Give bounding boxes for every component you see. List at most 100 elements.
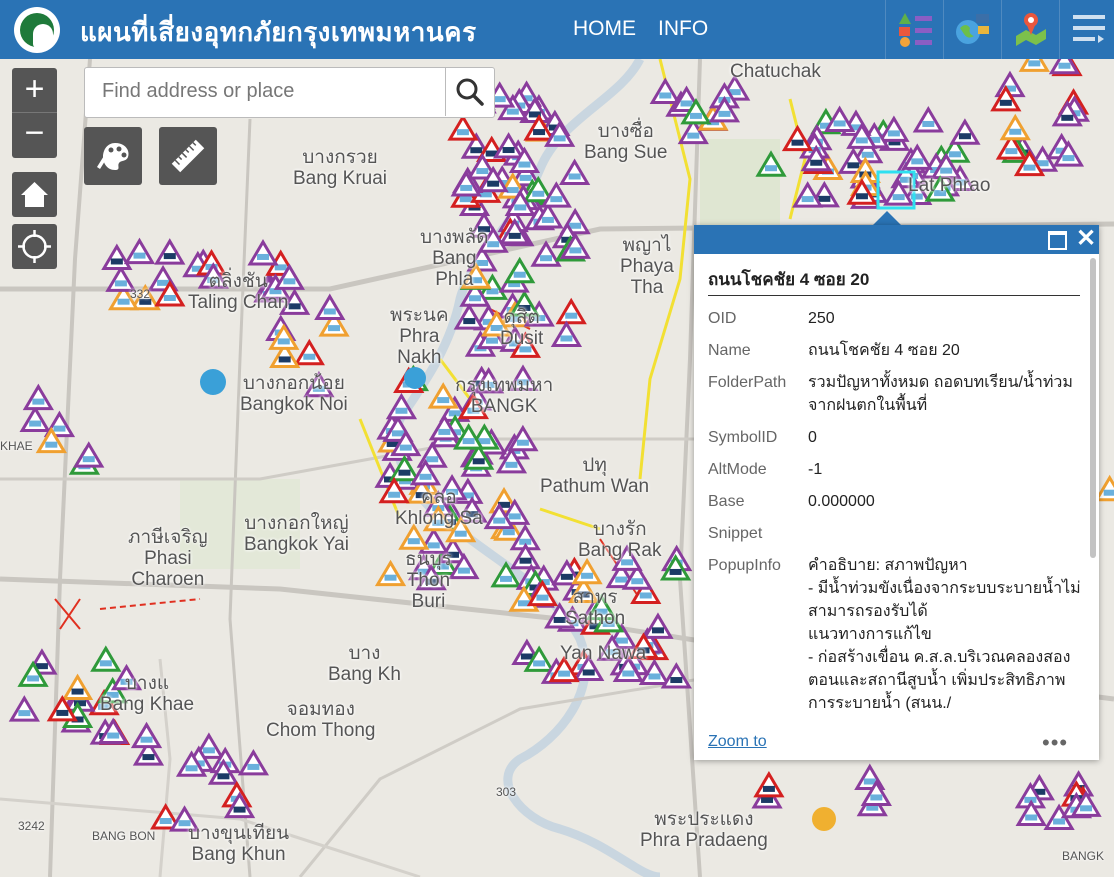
- flood-marker-glyph: [463, 318, 476, 325]
- feature-popup: ✕ ถนนโชคชัย 4 ซอย 20 OID 250 Name ถนนโชค…: [694, 225, 1099, 760]
- zoom-to-link[interactable]: Zoom to: [708, 733, 767, 751]
- map-label-line: Chom Thong: [266, 720, 376, 741]
- menu-button[interactable]: [1059, 0, 1114, 59]
- map-label-road-bang-bon: BANG BON: [92, 829, 155, 843]
- map-label-line: Thon: [406, 570, 451, 591]
- flood-marker-glyph: [948, 151, 961, 158]
- flood-marker-icon[interactable]: [555, 297, 587, 325]
- flood-marker-icon[interactable]: [753, 770, 785, 798]
- map-label-road-khae: KHAE: [0, 439, 33, 453]
- flood-marker-icon[interactable]: [90, 645, 122, 672]
- flood-marker-icon[interactable]: [949, 118, 981, 145]
- map-label-line: BANG BON: [92, 829, 156, 843]
- attribute-row: OID 250: [708, 307, 1083, 330]
- search-box: [84, 67, 495, 118]
- flood-marker-icon[interactable]: [558, 158, 591, 185]
- map-label-bang-khae: บางแ Bang Khae: [100, 673, 194, 715]
- flood-marker-icon[interactable]: [130, 721, 163, 749]
- flood-marker-icon[interactable]: [398, 523, 430, 550]
- nav-info-link[interactable]: INFO: [658, 17, 708, 41]
- flood-marker-icon[interactable]: [73, 441, 105, 468]
- nav-home-link[interactable]: HOME: [573, 17, 636, 41]
- flood-marker-glyph: [288, 303, 301, 310]
- flood-marker-glyph: [502, 147, 515, 154]
- flood-marker-icon[interactable]: [374, 559, 407, 587]
- flood-marker-icon[interactable]: [8, 695, 40, 722]
- flood-marker-icon[interactable]: [642, 612, 674, 639]
- map-label-line: Bang Khae: [100, 694, 195, 715]
- flood-marker-icon[interactable]: [781, 124, 814, 152]
- flood-marker-glyph: [140, 736, 153, 743]
- flood-marker-glyph: [460, 184, 473, 191]
- basemap-gallery-button[interactable]: [943, 0, 1001, 59]
- attribute-row: FolderPath รวมปัญหาทั้งหมด ถอดบทเรียน/น้…: [708, 371, 1083, 417]
- flood-marker-icon[interactable]: [649, 77, 681, 104]
- flood-marker-icon[interactable]: [912, 106, 944, 133]
- measure-button[interactable]: [159, 127, 217, 185]
- flood-marker-glyph: [506, 108, 519, 115]
- flood-marker-glyph: [470, 147, 483, 154]
- flood-marker-glyph: [1009, 128, 1022, 135]
- flood-marker-icon[interactable]: [388, 454, 421, 482]
- layer-list-button[interactable]: [1001, 0, 1059, 59]
- flood-marker-glyph: [532, 190, 545, 197]
- flood-marker-glyph: [622, 670, 635, 677]
- map-label-bangkok-noi: บางกอกน้อย Bangkok Noi: [240, 373, 348, 415]
- zoom-in-button[interactable]: +: [12, 68, 57, 113]
- flood-marker-icon[interactable]: [447, 114, 479, 141]
- flood-marker-glyph: [493, 517, 506, 524]
- map-label-line: จอมทอง: [286, 699, 355, 720]
- popup-scrollbar[interactable]: [1090, 258, 1096, 558]
- flood-marker-icon[interactable]: [314, 293, 346, 320]
- flood-marker-glyph: [419, 473, 432, 480]
- home-button[interactable]: [12, 172, 57, 217]
- maximize-icon[interactable]: [1048, 231, 1067, 250]
- flood-marker-icon[interactable]: [247, 239, 279, 266]
- flood-marker-glyph: [398, 469, 411, 476]
- flood-marker-glyph: [427, 542, 440, 549]
- bma-logo: [14, 7, 60, 53]
- app-title: แผนที่เสี่ยงอุทกภัยกรุงเทพมหานคร: [80, 17, 477, 47]
- flood-marker-icon[interactable]: [504, 256, 536, 284]
- flood-marker-icon[interactable]: [22, 383, 54, 411]
- locate-button[interactable]: [12, 224, 57, 269]
- flood-marker-glyph: [550, 196, 563, 203]
- draw-button[interactable]: [84, 127, 142, 185]
- zoom-out-button[interactable]: −: [12, 113, 57, 157]
- flood-marker-glyph: [519, 557, 532, 564]
- flood-marker-icon[interactable]: [123, 237, 156, 265]
- flood-marker-glyph: [1028, 60, 1041, 67]
- attribute-value: 0.000000: [808, 493, 875, 510]
- flood-marker-icon[interactable]: [237, 748, 270, 776]
- flood-marker-icon[interactable]: [293, 338, 325, 366]
- legend-button[interactable]: [885, 0, 943, 59]
- attribute-key: Name: [708, 342, 751, 359]
- map-label-line: Tha: [630, 277, 664, 298]
- map-label-dusit: ดุสิต Dusit: [500, 307, 543, 349]
- locate-icon: [18, 230, 51, 263]
- flood-marker-glyph: [277, 338, 290, 345]
- attribute-value: -1: [808, 461, 823, 478]
- flood-marker-icon[interactable]: [61, 673, 94, 701]
- flood-marker-glyph: [27, 675, 40, 682]
- flood-marker-glyph: [1005, 148, 1018, 155]
- flood-marker-icon[interactable]: [154, 238, 186, 265]
- flood-marker-glyph: [1080, 805, 1093, 812]
- map-label-line: Taling Chan: [188, 292, 289, 313]
- flood-marker-glyph: [1103, 489, 1114, 496]
- flood-marker-icon[interactable]: [427, 382, 459, 409]
- close-icon[interactable]: ✕: [1075, 226, 1097, 252]
- attribute-value: คำอธิบาย: สภาพปัญหา - มีน้ำท่วมขังเนื่อง…: [808, 557, 1081, 712]
- flood-marker-icon[interactable]: [550, 320, 583, 347]
- more-actions-button[interactable]: •••: [1042, 730, 1068, 756]
- search-button[interactable]: [445, 68, 494, 116]
- flood-marker-icon[interactable]: [101, 243, 133, 270]
- map-label-line: Nakh: [397, 347, 442, 368]
- search-input[interactable]: [85, 68, 435, 115]
- flood-marker-icon[interactable]: [999, 113, 1031, 141]
- flood-marker-glyph: [669, 568, 682, 575]
- layer-list-icon: [1016, 13, 1046, 46]
- flood-marker-glyph: [558, 670, 571, 677]
- flood-marker-icon[interactable]: [19, 405, 51, 433]
- flood-marker-icon[interactable]: [1094, 474, 1114, 502]
